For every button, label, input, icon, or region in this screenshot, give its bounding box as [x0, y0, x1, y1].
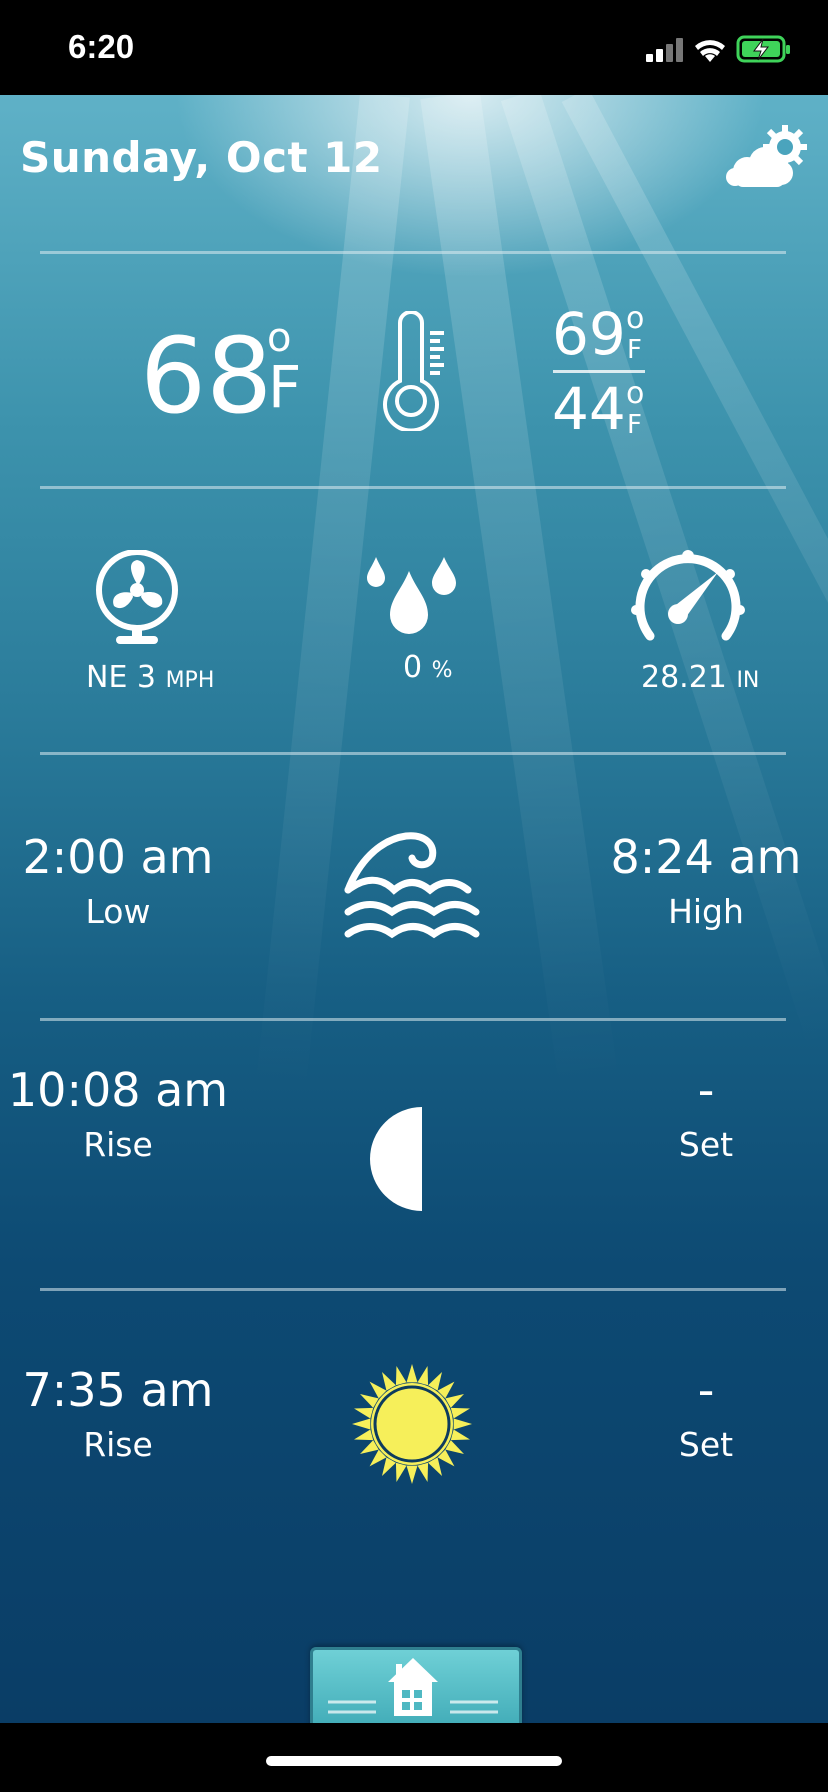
home-button[interactable]: [310, 1647, 522, 1723]
thermometer-icon: [383, 311, 444, 431]
status-time: 6:20: [68, 28, 135, 65]
precipitation-unit: %: [431, 658, 453, 683]
sunrise-time: 7:35 am: [22, 1363, 214, 1417]
status-icons: [646, 35, 790, 63]
tide-low-label: Low: [85, 892, 151, 931]
pressure-unit: IN: [736, 668, 760, 693]
precipitation-value: 0: [403, 650, 423, 685]
high-temp-unit: F: [627, 335, 642, 365]
tide-high-time: 8:24 am: [610, 830, 802, 884]
status-bar: 6:20: [0, 0, 828, 95]
battery-charging-icon: [736, 35, 790, 63]
home-indicator[interactable]: [266, 1756, 562, 1766]
wind-label: NE 3 MPH: [86, 660, 214, 695]
wind-speed: NE 3: [86, 660, 157, 695]
precipitation-drops-icon: [367, 557, 456, 634]
high-low-separator: [553, 370, 645, 373]
sun-icon: [352, 1364, 472, 1484]
pressure-value: 28.21: [641, 660, 727, 695]
sunset-time: -: [697, 1363, 715, 1417]
high-temperature: 69: [552, 300, 626, 368]
divider: [40, 1018, 786, 1021]
cellular-signal-icon: [646, 38, 683, 62]
settings-weather-icon[interactable]: [725, 123, 810, 193]
current-temperature: 68: [140, 315, 273, 437]
fan-wind-icon: [96, 550, 178, 644]
sunrise-label: Rise: [83, 1425, 153, 1464]
moonset-label: Set: [678, 1125, 734, 1164]
wifi-icon: [695, 40, 725, 62]
wind-unit: MPH: [165, 668, 215, 693]
low-temp-unit: F: [627, 410, 642, 440]
date-title: Sunday, Oct 12: [20, 133, 383, 182]
current-temp-unit: F: [268, 353, 302, 421]
moon-phase-icon: [370, 1107, 422, 1211]
divider: [40, 486, 786, 489]
high-degree-symbol: o: [626, 301, 645, 336]
divider: [40, 251, 786, 254]
home-icon: [328, 1658, 498, 1716]
moonrise-label: Rise: [83, 1125, 153, 1164]
barometer-gauge-icon: [631, 550, 745, 641]
tide-high-label: High: [668, 892, 744, 931]
low-temperature: 44: [552, 375, 626, 443]
weather-screen: Sunday, Oct 12 68 o F 69 o F 44 o F NE 3…: [0, 95, 828, 1723]
divider: [40, 752, 786, 755]
low-degree-symbol: o: [626, 376, 645, 411]
tide-wave-icon: [344, 832, 480, 939]
moonrise-time: 10:08 am: [7, 1063, 229, 1117]
sunset-label: Set: [678, 1425, 734, 1464]
precipitation-label: 0 %: [403, 650, 453, 685]
moonset-time: -: [697, 1063, 715, 1117]
pressure-label: 28.21 IN: [641, 660, 759, 695]
divider: [40, 1288, 786, 1291]
tide-low-time: 2:00 am: [22, 830, 214, 884]
